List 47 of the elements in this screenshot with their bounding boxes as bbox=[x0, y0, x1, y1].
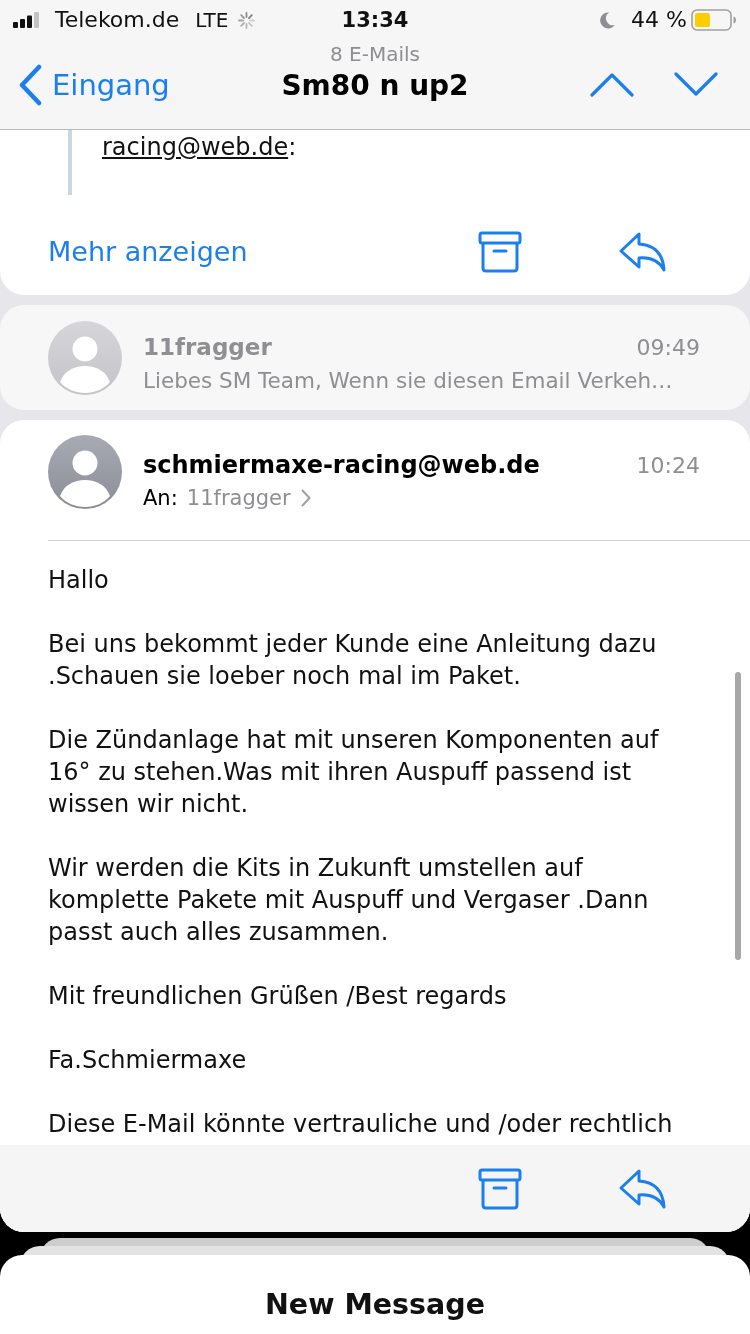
reply-button[interactable] bbox=[618, 231, 668, 273]
chevron-up-icon bbox=[590, 72, 634, 97]
chevron-left-icon bbox=[18, 63, 42, 106]
body-paragraph: Hallo bbox=[48, 565, 110, 596]
chevron-right-icon bbox=[300, 489, 311, 507]
message-preview: Liebes SM Team, Wenn sie diesen Email Verkeh… bbox=[143, 367, 674, 395]
reply-button[interactable] bbox=[618, 1167, 668, 1210]
show-more-link[interactable]: Mehr anzeigen bbox=[48, 234, 248, 270]
thread-title: Sm80 n up2 bbox=[281, 68, 469, 104]
signal-strength-icon bbox=[13, 12, 40, 28]
carrier-name: Telekom.de bbox=[55, 7, 180, 33]
reply-icon bbox=[618, 231, 668, 273]
status-time: 13:34 bbox=[341, 7, 409, 33]
chevron-down-icon bbox=[674, 72, 718, 97]
avatar-icon bbox=[48, 435, 122, 509]
body-paragraph: Fa.Schmiermaxe bbox=[48, 1045, 248, 1076]
body-paragraph: Mit freundlichen Grüßen /Best regards bbox=[48, 981, 508, 1012]
moon-icon bbox=[600, 11, 616, 29]
next-button[interactable] bbox=[674, 72, 718, 97]
recipient-button[interactable]: 11fragger bbox=[186, 484, 311, 512]
compose-sheet[interactable]: New Message bbox=[0, 1255, 750, 1334]
archive-icon bbox=[478, 1167, 522, 1210]
network-type: LTE bbox=[195, 7, 229, 33]
quoted-text: racing@web.de: bbox=[102, 132, 297, 162]
compose-title: New Message bbox=[265, 1287, 485, 1323]
archive-icon bbox=[478, 231, 522, 273]
collapsed-message-card[interactable]: 11fragger 09:49 Liebes SM Team, Wenn sie diesen Email Verkeh… bbox=[0, 305, 750, 410]
body-paragraph: Diese E-Mail könnte vertrauliche und /oder rechtlich bbox=[48, 1109, 674, 1140]
to-label: An: bbox=[143, 485, 178, 512]
previous-button[interactable] bbox=[590, 72, 634, 97]
quote-bar bbox=[68, 130, 72, 195]
body-paragraph: Die Zündanlage hat mit unseren Komponenten auf 16° zu stehen.Was mit ihren Auspuff passend ist wissen wir nicht. bbox=[48, 725, 660, 820]
email-link[interactable]: racing@web.de bbox=[102, 133, 289, 161]
message-time: 09:49 bbox=[636, 334, 700, 362]
back-button[interactable]: Eingang bbox=[18, 63, 170, 106]
message-time: 10:24 bbox=[636, 452, 700, 480]
message-count: 8 E-Mails bbox=[330, 42, 420, 66]
battery-percentage: 44 % bbox=[631, 7, 687, 33]
avatar-icon bbox=[48, 320, 122, 395]
activity-spinner-icon bbox=[238, 11, 256, 29]
reply-icon bbox=[618, 1167, 668, 1210]
body-paragraph: Wir werden die Kits in Zukunft umstellen auf komplette Pakete mit Auspuff und Vergaser .Dann passt auch alles zusammen. bbox=[48, 853, 650, 948]
body-paragraph: Bei uns bekommt jeder Kunde eine Anleitung dazu .Schauen sie loeber noch mal im Paket. bbox=[48, 629, 658, 692]
sender-name: 11fragger bbox=[143, 333, 272, 362]
sender-name: schmiermaxe-racing@web.de bbox=[143, 450, 540, 481]
archive-button[interactable] bbox=[478, 1167, 522, 1210]
archive-button[interactable] bbox=[478, 231, 522, 273]
